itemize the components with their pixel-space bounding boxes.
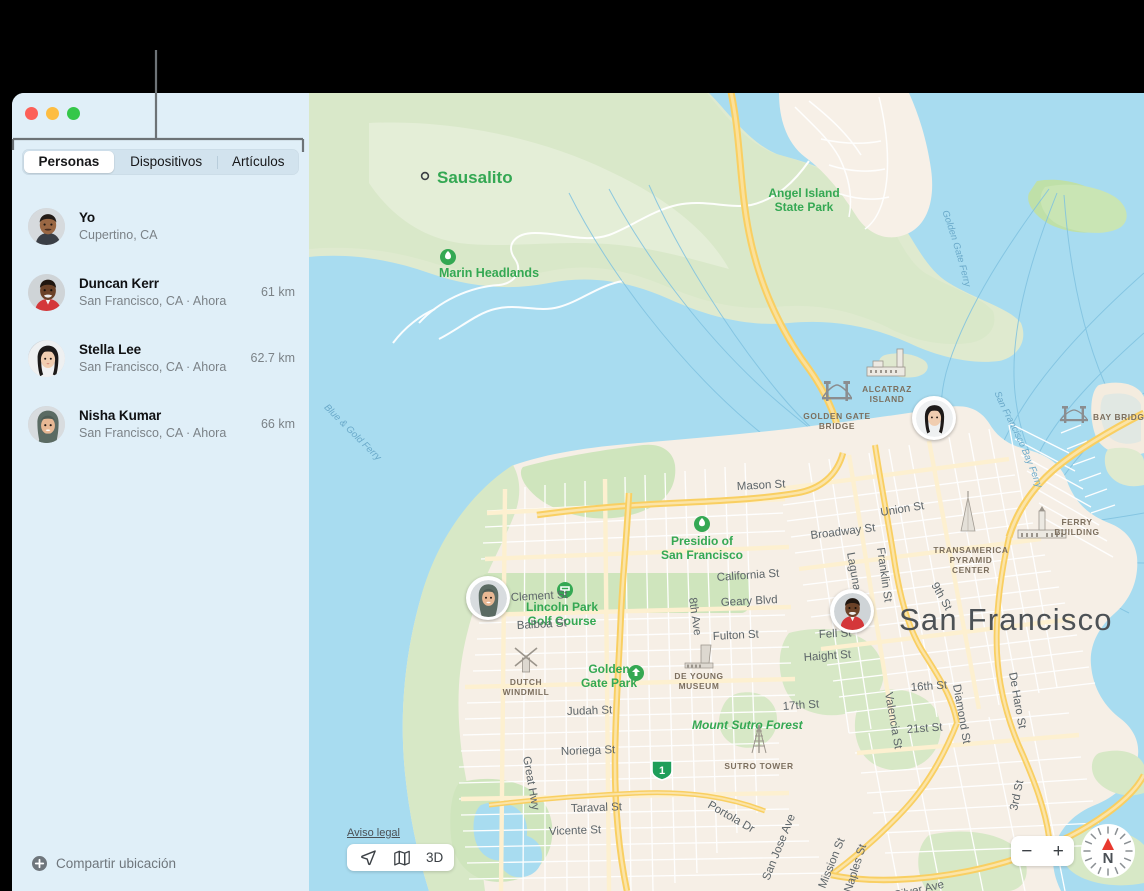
close-button[interactable] [25, 107, 38, 120]
list-item[interactable]: Nisha Kumar San Francisco, CA · Ahora 66… [12, 391, 309, 457]
maximize-button[interactable] [67, 107, 80, 120]
avatar [28, 274, 65, 311]
map-pin-nisha-kumar[interactable] [466, 576, 510, 620]
folded-map-icon [393, 849, 411, 866]
svg-text:BUILDING: BUILDING [1054, 527, 1099, 537]
svg-text:Sausalito: Sausalito [437, 168, 513, 187]
person-location: Cupertino, CA [79, 228, 289, 242]
avatar [28, 340, 65, 377]
svg-text:DE YOUNG: DE YOUNG [674, 671, 723, 681]
svg-text:GOLDEN GATE: GOLDEN GATE [803, 411, 870, 421]
zoom-in-button[interactable]: + [1053, 842, 1064, 861]
tab-articulos[interactable]: Artículos [218, 151, 299, 173]
svg-text:Vicente St: Vicente St [549, 824, 602, 838]
svg-text:Marin Headlands: Marin Headlands [439, 266, 539, 280]
segmented-control[interactable]: Personas Dispositivos Artículos [22, 149, 299, 175]
map-type-button[interactable] [385, 844, 419, 871]
sidebar: Personas Dispositivos Artículos [12, 93, 310, 891]
three-d-button[interactable]: 3D [419, 850, 450, 865]
svg-text:WINDMILL: WINDMILL [503, 687, 550, 697]
svg-text:SUTRO TOWER: SUTRO TOWER [724, 761, 793, 771]
svg-text:PYRAMID: PYRAMID [950, 555, 993, 565]
svg-text:1: 1 [659, 765, 665, 777]
share-location-label: Compartir ubicación [56, 856, 176, 871]
person-location: San Francisco, CA · Ahora [79, 360, 245, 374]
list-item[interactable]: Yo Cupertino, CA [12, 193, 309, 259]
svg-text:Noriega St: Noriega St [561, 744, 617, 758]
svg-text:San Francisco: San Francisco [661, 548, 743, 562]
svg-text:Angel Island: Angel Island [768, 186, 839, 200]
svg-text:State Park: State Park [775, 200, 834, 214]
person-name: Stella Lee [79, 342, 245, 357]
svg-text:Golden: Golden [588, 662, 629, 676]
list-item[interactable]: Stella Lee San Francisco, CA · Ahora 62.… [12, 325, 309, 391]
svg-text:Taraval St: Taraval St [571, 801, 623, 815]
person-distance: 62.7 km [245, 351, 295, 365]
person-distance: 66 km [255, 417, 295, 431]
svg-text:Mount Sutro Forest: Mount Sutro Forest [692, 718, 804, 732]
svg-text:21st St: 21st St [906, 721, 943, 736]
svg-text:ISLAND: ISLAND [870, 394, 905, 404]
find-my-window: Personas Dispositivos Artículos [12, 93, 1144, 891]
svg-text:TRANSAMERICA: TRANSAMERICA [933, 545, 1008, 555]
zoom-out-button[interactable]: − [1021, 842, 1032, 861]
locate-arrow-icon [360, 849, 377, 866]
svg-text:DUTCH: DUTCH [510, 677, 542, 687]
locate-button[interactable] [351, 844, 385, 871]
person-distance: 61 km [255, 285, 295, 299]
svg-text:Judah St: Judah St [567, 704, 614, 718]
list-item[interactable]: Duncan Kerr San Francisco, CA · Ahora 61… [12, 259, 309, 325]
compass-control[interactable]: N [1080, 823, 1136, 879]
minimize-button[interactable] [46, 107, 59, 120]
map-mode-controls[interactable]: 3D [347, 844, 454, 871]
window-traffic-lights [25, 107, 80, 120]
map-pin-stella-lee[interactable] [912, 396, 956, 440]
svg-text:San Francisco: San Francisco [899, 602, 1113, 637]
map-canvas[interactable]: .pk{fill:#34a853;font-weight:700;} .pkl{… [309, 93, 1144, 891]
avatar [28, 208, 65, 245]
compass-north-label: N [1103, 850, 1114, 867]
svg-text:ALCATRAZ: ALCATRAZ [862, 384, 912, 394]
person-location: San Francisco, CA · Ahora [79, 294, 255, 308]
svg-text:Presidio of: Presidio of [671, 534, 734, 548]
tab-personas[interactable]: Personas [24, 151, 114, 173]
person-location: San Francisco, CA · Ahora [79, 426, 255, 440]
person-name: Nisha Kumar [79, 408, 255, 423]
svg-text:FERRY: FERRY [1061, 517, 1092, 527]
people-list: Yo Cupertino, CA [12, 193, 309, 457]
person-name: Duncan Kerr [79, 276, 255, 291]
svg-text:BRIDGE: BRIDGE [819, 421, 855, 431]
zoom-controls[interactable]: − + [1011, 836, 1074, 866]
svg-text:BAY BRIDGE: BAY BRIDGE [1093, 412, 1144, 422]
avatar [28, 406, 65, 443]
map-pin-duncan-kerr[interactable] [830, 589, 874, 633]
person-name: Yo [79, 210, 289, 225]
svg-text:MUSEUM: MUSEUM [679, 681, 720, 691]
plus-circle-icon [32, 856, 47, 871]
svg-text:CENTER: CENTER [952, 565, 990, 575]
svg-text:Gate Park: Gate Park [581, 676, 637, 690]
svg-text:Fulton St: Fulton St [713, 629, 760, 643]
legal-notice-link[interactable]: Aviso legal [347, 827, 400, 839]
tab-dispositivos[interactable]: Dispositivos [116, 151, 217, 173]
share-location-button[interactable]: Compartir ubicación [12, 835, 309, 891]
